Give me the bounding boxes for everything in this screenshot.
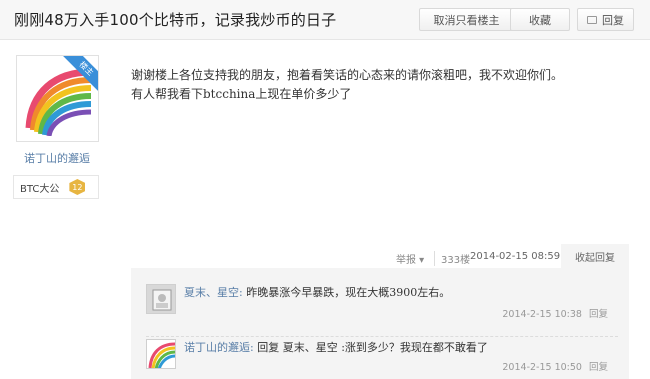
comment-body: 回复 夏末、星空 :涨到多少？我现在都不敢看了 (257, 341, 488, 354)
comment-reply-link[interactable]: 回复 (589, 309, 608, 320)
avatar[interactable] (146, 339, 176, 369)
rainbow-avatar-icon (147, 340, 175, 368)
reply-button[interactable]: 回复 (577, 8, 634, 31)
report-link[interactable]: 举报 ▾ (396, 251, 424, 266)
comment-meta: 2014-2-15 10:38 回复 (502, 306, 608, 320)
avatar[interactable] (146, 284, 176, 314)
comment-body: 昨晚暴涨今早暴跌，现在大概3900左右。 (246, 286, 451, 299)
comment-time: 2014-2-15 10:50 (502, 362, 582, 373)
collapse-replies-button[interactable]: 收起回复 (561, 244, 629, 268)
thread-title: 刚刚48万入手100个比特币，记录我炒币的日子 (14, 11, 337, 29)
comment-author[interactable]: 诺丁山的邂逅: (184, 341, 254, 354)
post-text-line: 有人帮我看下btcchina上现在单价多少了 (131, 87, 352, 101)
member-rank: BTC大公 12 (13, 175, 99, 199)
reply-list: 夏末、星空: 昨晚暴涨今早暴跌，现在大概3900左右。 2014-2-15 10… (131, 268, 629, 379)
comment-time: 2014-2-15 10:38 (502, 309, 582, 320)
post-datetime: 2014-02-15 08:59 (470, 251, 561, 262)
rank-level-icon: 12 (69, 179, 86, 195)
avatar[interactable]: 楼主 (16, 55, 99, 142)
author-name[interactable]: 诺丁山的邂逅 (0, 150, 114, 166)
floor-number: 333楼 (434, 251, 470, 266)
thread-header: 刚刚48万入手100个比特币，记录我炒币的日子 取消只看楼主 收藏 回复 (0, 0, 650, 40)
rank-label: BTC大公 (20, 183, 60, 195)
comment-meta: 2014-2-15 10:50 回复 (502, 359, 608, 373)
user-photo-icon (147, 285, 175, 313)
post-text-line: 谢谢楼上各位支持我的朋友，抱着看笑话的心态来的请你滚粗吧，我不欢迎你们。 (131, 68, 564, 82)
comment-author[interactable]: 夏末、星空: (184, 286, 243, 299)
comment-text: 夏末、星空: 昨晚暴涨今早暴跌，现在大概3900左右。 (184, 284, 450, 300)
reply-icon (587, 15, 597, 24)
list-item: 诺丁山的邂逅: 回复 夏末、星空 :涨到多少？我现在都不敢看了 2014-2-1… (146, 336, 618, 373)
favorite-button[interactable]: 收藏 (510, 8, 570, 31)
comment-reply-link[interactable]: 回复 (589, 362, 608, 373)
comment-text: 诺丁山的邂逅: 回复 夏末、星空 :涨到多少？我现在都不敢看了 (184, 339, 488, 355)
only-op-toggle-button[interactable]: 取消只看楼主 (419, 8, 514, 31)
reply-button-label: 回复 (602, 13, 624, 27)
